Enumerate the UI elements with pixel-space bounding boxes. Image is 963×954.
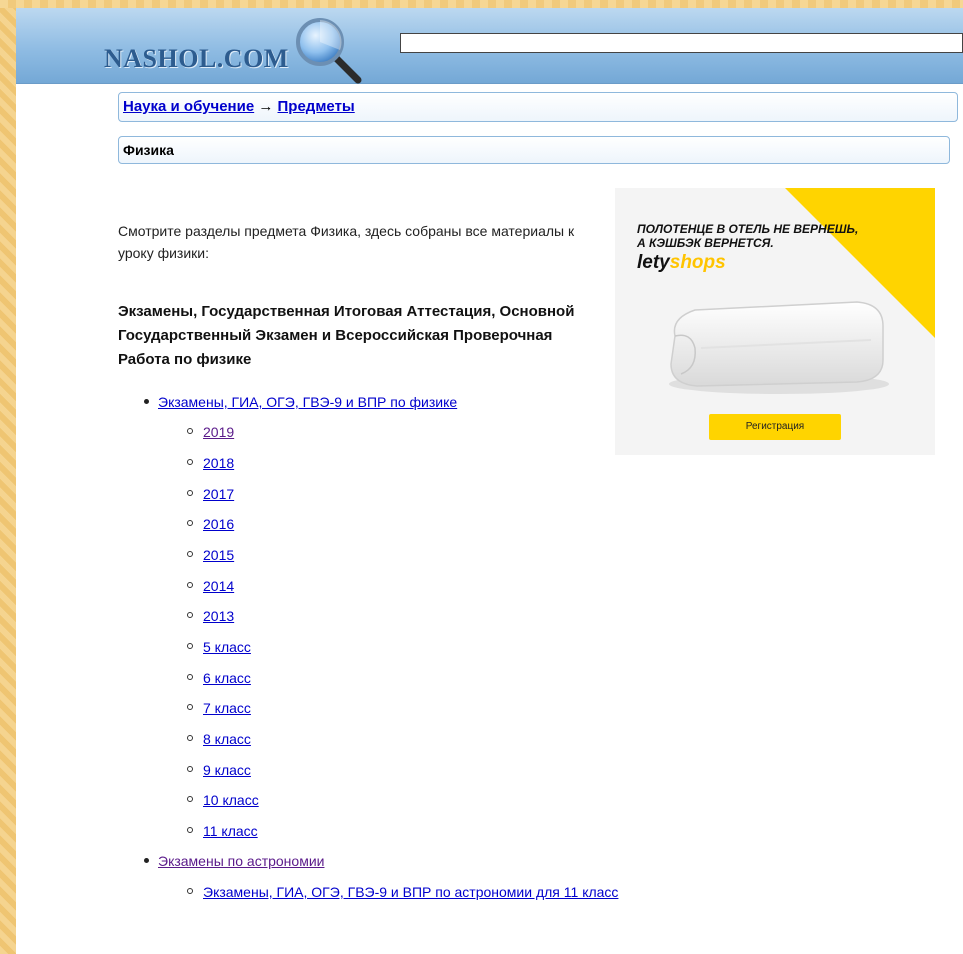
link-grade-11[interactable]: 11 класс: [203, 823, 258, 839]
page-frame-top: [0, 0, 963, 8]
list-item: 2017: [187, 486, 234, 506]
link-grade-7[interactable]: 7 класс: [203, 700, 251, 716]
bullet-circle-icon: [187, 490, 193, 497]
bullet-circle-icon: [187, 766, 193, 773]
list-item: 5 класс: [187, 639, 251, 659]
page-content: NASHOL.COM Наука и обучение → Предметы Ф…: [16, 8, 963, 954]
bullet-circle-icon: [187, 827, 193, 834]
magnifier-icon: [296, 18, 362, 84]
site-logo[interactable]: NASHOL.COM: [104, 44, 289, 74]
list-item: 2015: [187, 547, 234, 567]
list-item: 6 класс: [187, 670, 251, 690]
link-year-2014[interactable]: 2014: [203, 578, 234, 594]
link-year-2018[interactable]: 2018: [203, 455, 234, 471]
ad-banner[interactable]: ПОЛОТЕНЦЕ В ОТЕЛЬ НЕ ВЕРНЕШЬ, А КЭШБЭК В…: [615, 188, 935, 455]
bullet-circle-icon: [187, 796, 193, 803]
link-grade-8[interactable]: 8 класс: [203, 731, 251, 747]
list-item: 8 класс: [187, 731, 251, 751]
link-year-2013[interactable]: 2013: [203, 608, 234, 624]
bullet-circle-icon: [187, 674, 193, 681]
bullet-circle-icon: [187, 704, 193, 711]
link-grade-10[interactable]: 10 класс: [203, 792, 259, 808]
list-item: 2019: [187, 424, 234, 444]
link-astronomy-grade-11[interactable]: Экзамены, ГИА, ОГЭ, ГВЭ-9 и ВПР по астро…: [203, 884, 618, 900]
link-grade-5[interactable]: 5 класс: [203, 639, 251, 655]
link-astronomy-exams[interactable]: Экзамены по астрономии: [158, 853, 324, 869]
link-year-2016[interactable]: 2016: [203, 516, 234, 532]
breadcrumb-link-subjects[interactable]: Предметы: [278, 98, 355, 115]
intro-text: Смотрите разделы предмета Физика, здесь …: [118, 223, 575, 261]
list-item: 2014: [187, 578, 234, 598]
bullet-circle-icon: [187, 888, 193, 895]
list-item-astronomy-exams: Экзамены по астрономии: [144, 853, 324, 873]
breadcrumb-link-science[interactable]: Наука и обучение: [123, 98, 254, 115]
list-item: 2013: [187, 608, 234, 628]
list-item: 7 класс: [187, 700, 251, 720]
ad-headline-line2: А КЭШБЭК ВЕРНЕТСЯ.: [637, 236, 774, 250]
exams-heading: Экзамены, Государственная Итоговая Аттес…: [118, 303, 575, 368]
list-item: 11 класс: [187, 823, 258, 843]
bullet-circle-icon: [187, 612, 193, 619]
bullet-circle-icon: [187, 643, 193, 650]
page-frame-left: [0, 0, 16, 954]
breadcrumb-separator: →: [258, 98, 274, 115]
bullet-disc-icon: [144, 398, 149, 404]
list-item: 9 класс: [187, 762, 251, 782]
link-grade-9[interactable]: 9 класс: [203, 762, 251, 778]
bullet-disc-icon: [144, 857, 149, 863]
list-item: Экзамены, ГИА, ОГЭ, ГВЭ-9 и ВПР по астро…: [187, 884, 618, 904]
list-item: 2016: [187, 516, 234, 536]
site-header: NASHOL.COM: [16, 8, 963, 84]
bullet-circle-icon: [187, 735, 193, 742]
list-item: 10 класс: [187, 792, 259, 812]
page-title: Физика: [118, 136, 950, 164]
bullet-circle-icon: [187, 551, 193, 558]
bullet-circle-icon: [187, 520, 193, 527]
bullet-circle-icon: [187, 428, 193, 435]
list-item: 2018: [187, 455, 234, 475]
link-grade-6[interactable]: 6 класс: [203, 670, 251, 686]
link-year-2017[interactable]: 2017: [203, 486, 234, 502]
breadcrumb: Наука и обучение → Предметы: [118, 92, 958, 122]
list-item-physics-exams: Экзамены, ГИА, ОГЭ, ГВЭ-9 и ВПР по физик…: [144, 394, 457, 414]
link-physics-exams[interactable]: Экзамены, ГИА, ОГЭ, ГВЭ-9 и ВПР по физик…: [158, 394, 457, 410]
link-year-2015[interactable]: 2015: [203, 547, 234, 563]
link-year-2019[interactable]: 2019: [203, 424, 234, 440]
search-input[interactable]: [400, 33, 963, 53]
bullet-circle-icon: [187, 459, 193, 466]
bullet-circle-icon: [187, 582, 193, 589]
ad-headline-line1: ПОЛОТЕНЦЕ В ОТЕЛЬ НЕ ВЕРНЕШЬ,: [637, 222, 859, 236]
ad-register-button[interactable]: Регистрация: [709, 414, 841, 440]
ad-brand-logo: letyshops: [637, 252, 726, 273]
towel-image: [669, 301, 889, 394]
